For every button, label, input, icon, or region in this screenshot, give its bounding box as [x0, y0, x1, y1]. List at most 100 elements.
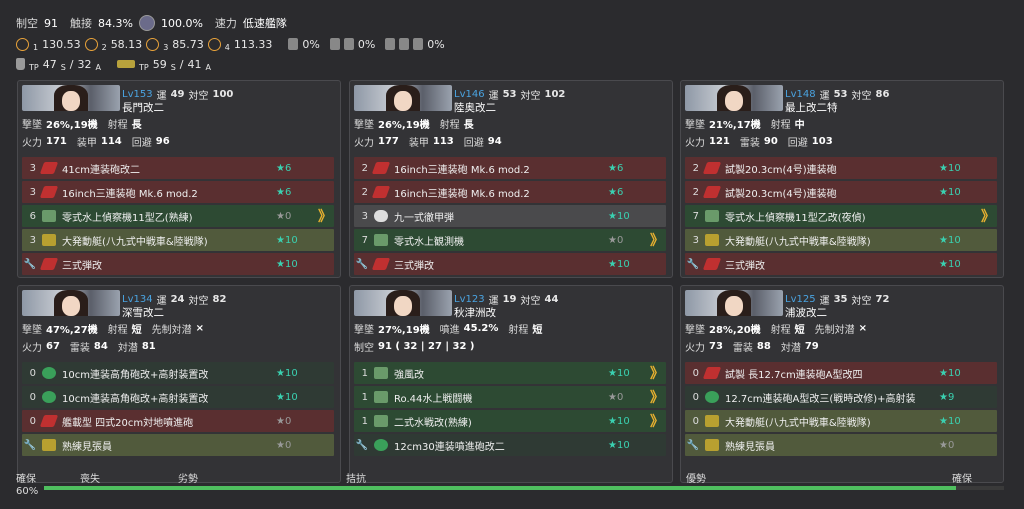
label-secured: 確保 [952, 474, 972, 485]
equipment-row[interactable]: 0 試製 長12.7cm連装砲A型改四 ★10 [685, 362, 997, 384]
equipment-row[interactable]: 2 試製20.3cm(4号)連装砲 ★10 [685, 181, 997, 203]
stat-value: 81 [141, 341, 156, 352]
equipment-name: 大発動艇(八九式中戦車&陸戦隊) [725, 417, 871, 429]
improvement-star: ★10 [939, 162, 961, 174]
ship-card[interactable]: Lv125 運 35 対空 72 浦波改二 撃墜 28%,20機 射程短先制対潜 × 火力 73 雷装 8… [680, 285, 1004, 483]
drum-icon [399, 38, 410, 50]
slot-count: 7 [361, 234, 368, 246]
equipment-row[interactable]: 🔧 熟練見張員 ★0 [22, 434, 334, 456]
pct-2: 0% [357, 37, 376, 51]
slot-count: 🔧 [23, 258, 36, 270]
stat-label: 火力 [22, 343, 42, 354]
equipment-row[interactable]: 1 二式水戦改(熟練) ★10 》 [354, 410, 666, 432]
ship-card[interactable]: Lv146 運 53 対空 102 陸奥改二 撃墜 26%,19機 射程長火力 177 装甲 113 回… [349, 80, 673, 278]
equipment-row[interactable]: 1 強風改 ★10 》 [354, 362, 666, 384]
improvement-star: ★10 [276, 367, 298, 379]
ship-card[interactable]: Lv123 運 19 対空 44 秋津洲改 撃墜 27%,19機 噴進 45.2% 射程短制空 91 … [349, 285, 673, 483]
ship-level: Lv153 [122, 89, 153, 100]
slot-count: 2 [361, 186, 368, 198]
equipment-icon [702, 367, 722, 379]
equipment-row[interactable]: 3 41cm連装砲改二 ★6 [22, 157, 334, 179]
ship-card[interactable]: Lv153 運 49 対空 100 長門改二 撃墜 26%,19機 射程長火力 171 装甲 114 回… [17, 80, 341, 278]
equipment-row[interactable]: 6 零式水上偵察機11型乙(熟練) ★0 》 [22, 205, 334, 227]
stat-label: 装甲 [408, 138, 429, 149]
los-sub-2: 2 [101, 42, 107, 52]
stat-value: 長 [463, 120, 474, 131]
stat-value: 94 [487, 136, 502, 147]
ship-portrait [22, 85, 120, 111]
aa-label: 対空 [520, 296, 541, 307]
equipment-name: Ro.44水上戦闘機 [394, 393, 473, 405]
slot-count: 3 [361, 210, 368, 222]
tp1b-rank: A [95, 62, 101, 72]
aa-value: 100 [212, 89, 234, 100]
equipment-row[interactable]: 2 16inch三連装砲 Mk.6 mod.2 ★6 [354, 181, 666, 203]
equipment-row[interactable]: 2 16inch三連装砲 Mk.6 mod.2 ★6 [354, 157, 666, 179]
stat-value: 84 [93, 341, 108, 352]
equipment-name: 12.7cm連装砲A型改三(戦時改修)+高射装 [725, 393, 916, 405]
ship-name: 長門改二 [122, 102, 164, 114]
equipment-row[interactable]: 0 大発動艇(八九式中戦車&陸戦隊) ★10 [685, 410, 997, 432]
stat-label: 撃墜 [354, 325, 374, 336]
ship-stats-line-2: 火力 67 雷装 84 対潜 81 [22, 339, 162, 354]
equipment-row[interactable]: 7 零式水上偵察機11型乙改(夜偵) 》 [685, 205, 997, 227]
ship-name: 秋津洲改 [454, 307, 496, 319]
drum-icon [413, 38, 424, 50]
equipment-icon [374, 210, 388, 222]
equipment-name: 大発動艇(八九式中戦車&陸戦隊) [725, 236, 871, 248]
stat-value: 45.2% [463, 323, 499, 334]
stat-label: 射程 [439, 120, 460, 131]
ship-card[interactable]: Lv134 運 24 対空 82 深雪改二 撃墜 47%,27機 射程短先制対潜 × 火力 67 雷装 8… [17, 285, 341, 483]
stat-label: 対潜 [780, 343, 801, 354]
equipment-row[interactable]: 0 12.7cm連装砲A型改三(戦時改修)+高射装 ★9 [685, 386, 997, 408]
stat-label: 射程 [107, 120, 128, 131]
equipment-row[interactable]: 0 10cm連装高角砲改+高射装置改 ★10 [22, 362, 334, 384]
slot-count: 7 [692, 210, 699, 222]
equipment-name: 12cm30連装噴進砲改二 [394, 441, 505, 453]
ship-stats-line-2: 火力 171 装甲 114 回避 96 [22, 134, 176, 149]
equipment-row[interactable]: 7 零式水上観測機 ★0 》 [354, 229, 666, 251]
equipment-row[interactable]: 3 16inch三連装砲 Mk.6 mod.2 ★6 [22, 181, 334, 203]
air-state-fill [44, 486, 956, 490]
stat-value: 114 [100, 136, 122, 147]
equipment-row[interactable]: 🔧 三式弾改 ★10 [22, 253, 334, 275]
air-state-track [44, 486, 1004, 490]
stat-value: 73 [709, 341, 723, 352]
slot-count: 3 [29, 162, 36, 174]
luck-value: 53 [833, 89, 848, 100]
equipment-row[interactable]: 0 10cm連装高角砲改+高射装置改 ★10 [22, 386, 334, 408]
equipment-row[interactable]: 3 大発動艇(八九式中戦車&陸戦隊) ★10 [685, 229, 997, 251]
slot-count: 0 [29, 367, 36, 379]
stat-value: × [195, 323, 205, 334]
los-icon [146, 37, 160, 51]
equipment-row[interactable]: 🔧 三式弾改 ★10 [685, 253, 997, 275]
equipment-row[interactable]: 0 艦載型 四式20cm対地噴進砲 ★0 [22, 410, 334, 432]
stat-label: 雷装 [69, 343, 90, 354]
equipment-row[interactable]: 🔧 12cm30連装噴進砲改二 ★10 [354, 434, 666, 456]
equipment-row[interactable]: 3 九一式徹甲弾 ★10 [354, 205, 666, 227]
equipment-row[interactable]: 2 試製20.3cm(4号)連装砲 ★10 [685, 157, 997, 179]
los-icon [16, 37, 29, 51]
tp2b-rank: A [205, 62, 211, 72]
equipment-row[interactable]: 🔧 三式弾改 ★10 [354, 253, 666, 275]
equipment-row[interactable]: 🔧 熟練見張員 ★0 [685, 434, 997, 456]
ship-level: Lv146 [454, 89, 485, 100]
equipment-name: 熟練見張員 [62, 441, 112, 453]
ship-name: 浦波改二 [785, 307, 827, 319]
ship-portrait [685, 85, 783, 111]
slot-count: 3 [29, 234, 36, 246]
equipment-row[interactable]: 3 大発動艇(八九式中戦車&陸戦隊) ★10 [22, 229, 334, 251]
luck-value: 53 [502, 89, 517, 100]
equipment-row[interactable]: 1 Ro.44水上戦闘機 ★0 》 [354, 386, 666, 408]
pct-3: 0% [427, 37, 445, 51]
improvement-star: ★10 [608, 258, 630, 270]
equipment-name: 10cm連装高角砲改+高射装置改 [62, 393, 209, 405]
stat-value: 長 [131, 120, 142, 131]
drum-icon [385, 38, 396, 50]
ship-card[interactable]: Lv148 運 53 対空 86 最上改二特 撃墜 21%,17機 射程中火力 121 雷装 90 回避… [680, 80, 1004, 278]
slot-count: 6 [29, 210, 36, 222]
stat-value: 113 [432, 136, 454, 147]
improvement-star: ★6 [276, 186, 292, 198]
los-icon [207, 37, 221, 51]
stat-label: 火力 [22, 138, 42, 149]
